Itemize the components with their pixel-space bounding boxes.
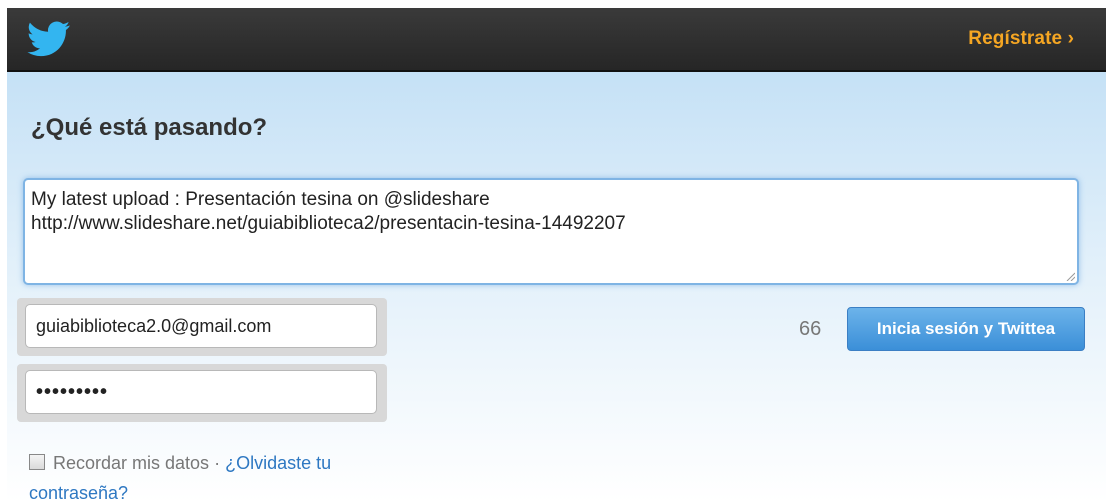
remember-checkbox[interactable] (29, 454, 45, 470)
tweet-textarea[interactable]: My latest upload : Presentación tesina o… (23, 178, 1079, 285)
twitter-bird-icon[interactable] (27, 21, 71, 57)
register-link[interactable]: Regístrate › (968, 28, 1074, 50)
page: Regístrate › ¿Qué está pasando? My lates… (0, 0, 1106, 502)
remember-row: Recordar mis datos · ¿Olvidaste tu contr… (29, 448, 419, 502)
remember-label[interactable]: Recordar mis datos (53, 453, 209, 473)
tweet-text[interactable]: My latest upload : Presentación tesina o… (31, 188, 1071, 236)
email-value: guiabiblioteca2.0@gmail.com (36, 315, 272, 336)
password-value: ••••••••• (36, 380, 109, 403)
email-field-wrapper: guiabiblioteca2.0@gmail.com (17, 298, 387, 356)
password-field[interactable]: ••••••••• (25, 370, 377, 414)
email-field[interactable]: guiabiblioteca2.0@gmail.com (25, 304, 377, 348)
character-counter: 66 (799, 318, 822, 340)
page-title: ¿Qué está pasando? (31, 114, 268, 141)
top-bar: Regístrate › (7, 8, 1106, 72)
separator: · (214, 453, 221, 473)
signin-tweet-button[interactable]: Inicia sesión y Twittea (847, 307, 1085, 351)
resize-handle-icon[interactable] (1065, 271, 1075, 281)
password-field-wrapper: ••••••••• (17, 364, 387, 422)
compose-panel: ¿Qué está pasando? My latest upload : Pr… (7, 72, 1106, 502)
